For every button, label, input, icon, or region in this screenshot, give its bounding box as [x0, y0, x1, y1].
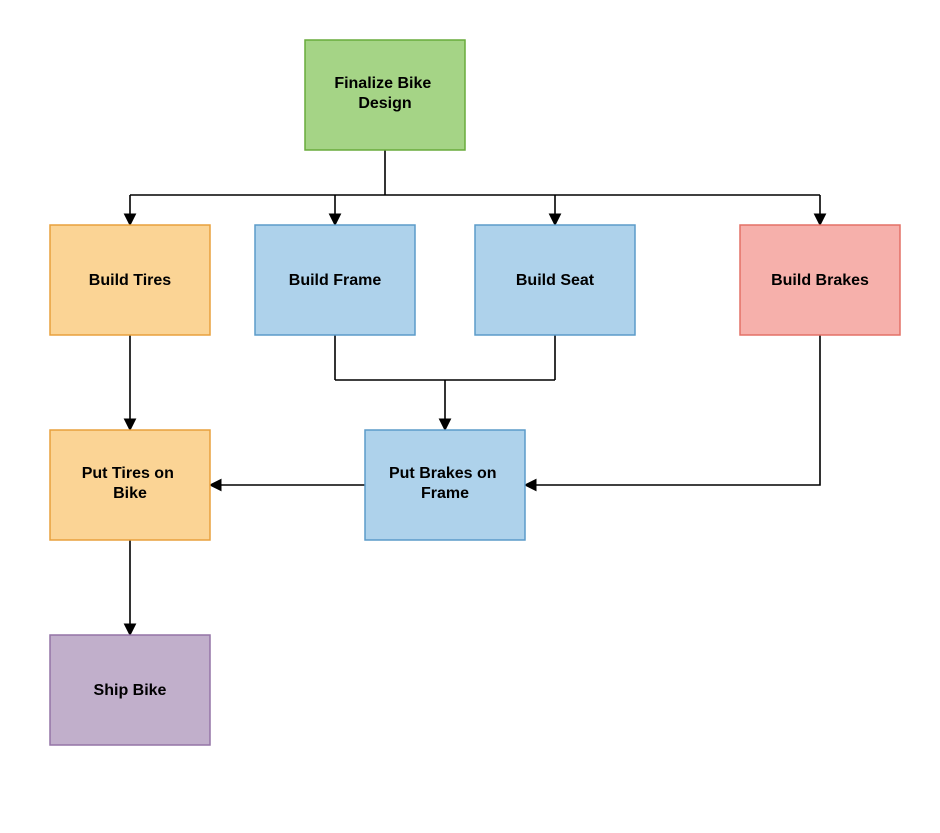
node-finalize: Finalize Bike Design	[305, 40, 465, 150]
node-build-brakes-label: Build Brakes	[771, 272, 869, 289]
node-put-brakes: Put Brakes on Frame	[365, 430, 525, 540]
nodes: Finalize Bike Design Build Tires Build F…	[50, 40, 900, 745]
node-build-tires-label: Build Tires	[89, 272, 171, 289]
node-build-tires: Build Tires	[50, 225, 210, 335]
node-build-frame-label: Build Frame	[289, 272, 382, 289]
node-put-tires: Put Tires on Bike	[50, 430, 210, 540]
node-build-frame: Build Frame	[255, 225, 415, 335]
node-ship-bike-label: Ship Bike	[94, 682, 167, 699]
node-build-brakes: Build Brakes	[740, 225, 900, 335]
edges	[130, 150, 820, 635]
flowchart-canvas: Finalize Bike Design Build Tires Build F…	[0, 0, 940, 833]
edge-brakes-to-putbrakes	[525, 335, 820, 485]
node-ship-bike: Ship Bike	[50, 635, 210, 745]
node-build-seat-label: Build Seat	[516, 272, 595, 289]
node-build-seat: Build Seat	[475, 225, 635, 335]
